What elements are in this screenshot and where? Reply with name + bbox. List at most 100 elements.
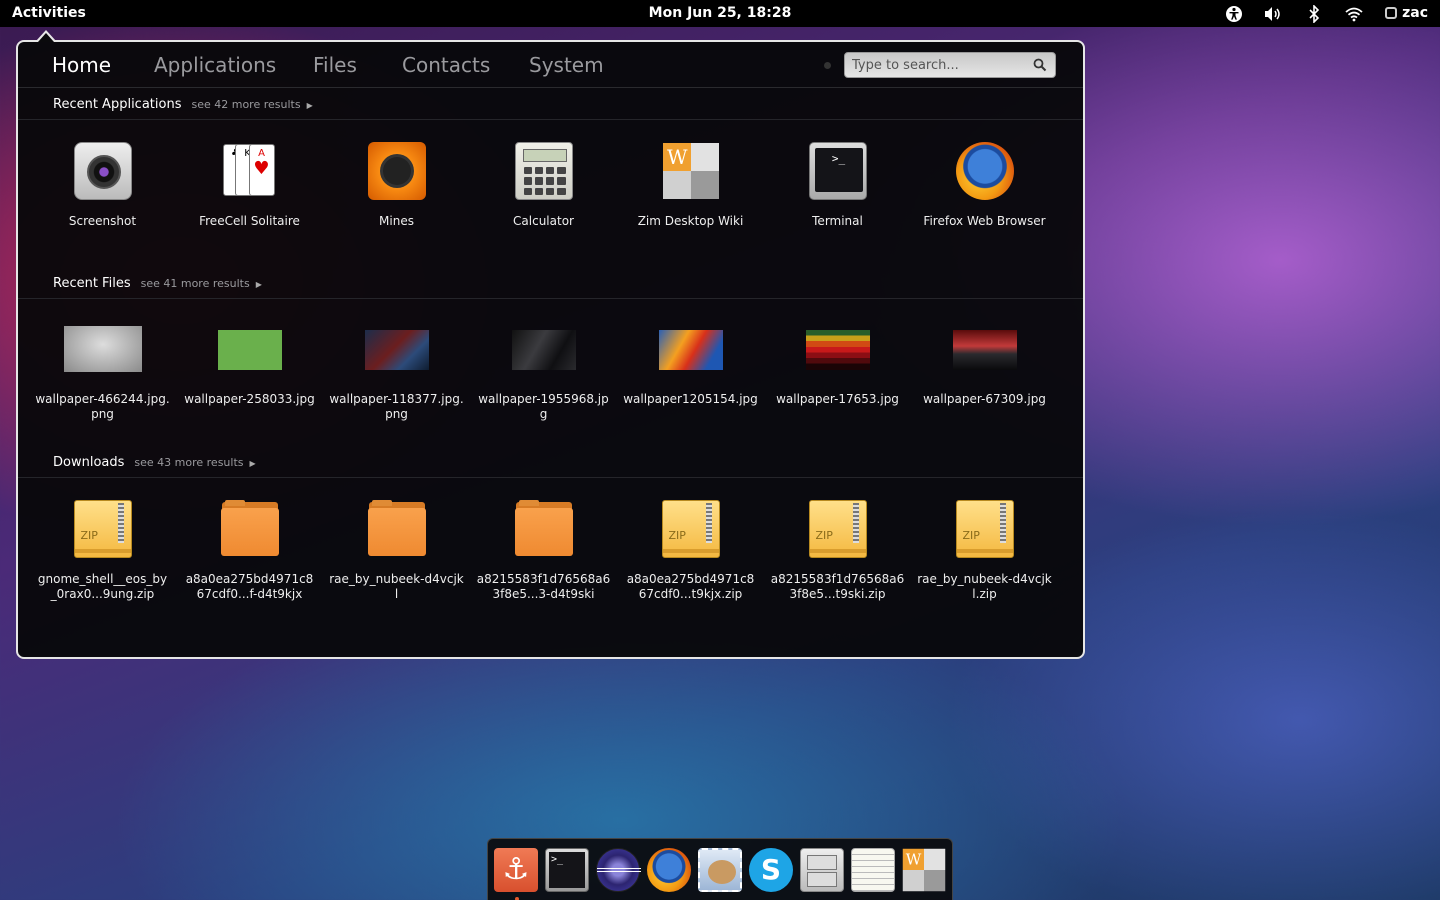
file-item[interactable]: wallpaper-258033.jpg [182,320,317,407]
user-menu[interactable]: zac [1385,5,1428,21]
item-label: wallpaper-1955968.jpg [478,392,609,421]
file-cabinet-icon[interactable] [800,848,844,892]
file-item[interactable]: wallpaper-466244.jpg.png [35,320,170,422]
terminal-icon[interactable]: >_ [545,848,589,892]
item-label: wallpaper-17653.jpg [776,392,899,406]
mail-icon[interactable] [698,848,742,892]
file-thumbnail [805,330,870,370]
file-item[interactable]: wallpaper-1955968.jpg [476,320,611,422]
app-screenshot[interactable]: Screenshot [35,142,170,229]
tab-bar: Home Applications Files Contacts System [18,42,1083,88]
download-item[interactable]: ZIP gnome_shell__eos_by_0rax0...9ung.zip [35,500,170,602]
tab-files[interactable]: Files [313,53,357,77]
download-item[interactable]: a8a0ea275bd4971c867cdf0...f-d4t9kjx [182,500,317,602]
file-thumbnail [511,330,576,370]
downloads-header: Downloads see 43 more results ▶ [53,455,256,470]
search-box[interactable] [844,52,1056,78]
firefox-icon[interactable] [647,848,691,892]
search-input[interactable] [845,57,1025,73]
app-mines[interactable]: Mines [329,142,464,229]
tab-home[interactable]: Home [52,53,111,77]
download-item[interactable]: ZIP a8215583f1d76568a63f8e5...t9ski.zip [770,500,905,602]
mine-icon [367,142,426,200]
text-editor-icon[interactable] [851,848,895,892]
terminal-icon: >_ [808,142,867,200]
item-label: Firefox Web Browser [923,214,1046,228]
divider [18,119,1083,120]
recent-files-header: Recent Files see 41 more results ▶ [53,276,262,291]
item-label: a8a0ea275bd4971c867cdf0...t9kjx.zip [626,572,755,601]
firefox-icon [955,142,1014,200]
skype-icon[interactable]: S [749,848,793,892]
anchor-icon[interactable]: ⚓ [494,848,538,892]
arrow-right-icon: ▶ [249,459,256,468]
item-label: a8a0ea275bd4971c867cdf0...f-d4t9kjx [185,572,314,601]
download-item[interactable]: a8215583f1d76568a63f8e5...3-d4t9ski [476,500,611,602]
item-label: FreeCell Solitaire [199,214,300,228]
section-title: Recent Files [53,276,131,291]
download-item[interactable]: ZIP a8a0ea275bd4971c867cdf0...t9kjx.zip [623,500,758,602]
tab-applications[interactable]: Applications [154,53,276,77]
panel-pointer-inner [38,33,54,42]
volume-icon[interactable] [1263,4,1283,24]
file-thumbnail [63,326,142,372]
tab-system[interactable]: System [529,53,604,77]
item-label: wallpaper1205154.jpg [623,392,758,406]
more-results-link[interactable]: see 42 more results ▶ [191,98,312,111]
download-item[interactable]: rae_by_nubeek-d4vcjkl [329,500,464,602]
spinner-dot [824,62,831,69]
more-results-link[interactable]: see 41 more results ▶ [141,277,262,290]
item-label: gnome_shell__eos_by_0rax0...9ung.zip [37,572,168,601]
zip-icon: ZIP [73,500,132,558]
eclipse-icon[interactable] [596,848,641,892]
item-label: wallpaper-466244.jpg.png [35,392,170,421]
dock: ⚓ >_ S W [487,838,953,900]
file-item[interactable]: wallpaper1205154.jpg [623,320,758,407]
calculator-icon [514,142,573,200]
file-item[interactable]: wallpaper-67309.jpg [917,320,1052,407]
bluetooth-icon[interactable] [1304,4,1324,24]
more-results-link[interactable]: see 43 more results ▶ [134,456,255,469]
item-label: wallpaper-67309.jpg [923,392,1046,406]
item-label: wallpaper-118377.jpg.png [329,392,464,421]
divider [18,298,1083,299]
folder-icon [514,500,573,558]
item-label: Terminal [812,214,863,228]
activities-button[interactable]: Activities [12,5,86,21]
item-label: Zim Desktop Wiki [637,214,744,228]
app-terminal[interactable]: >_ Terminal [770,142,905,229]
app-freecell[interactable]: ♣ K A♥ FreeCell Solitaire [182,142,317,229]
file-item[interactable]: wallpaper-17653.jpg [770,320,905,407]
zim-icon: W [662,142,720,200]
item-label: wallpaper-258033.jpg [184,392,315,406]
item-label: a8215583f1d76568a63f8e5...t9ski.zip [770,572,905,601]
user-status-icon [1385,7,1398,19]
overview-panel: Home Applications Files Contacts System … [16,40,1085,659]
clock[interactable]: Mon Jun 25, 18:28 [649,5,792,21]
file-item[interactable]: wallpaper-118377.jpg.png [329,320,464,422]
arrow-right-icon: ▶ [306,101,313,110]
item-label: Screenshot [68,214,137,228]
file-thumbnail [658,330,723,370]
camera-icon [73,142,132,200]
file-thumbnail [952,330,1017,370]
zip-icon: ZIP [955,500,1014,558]
download-item[interactable]: ZIP rae_by_nubeek-d4vcjkl.zip [917,500,1052,602]
app-firefox[interactable]: Firefox Web Browser [917,142,1052,229]
folder-icon [220,500,279,558]
item-label: Mines [379,214,414,228]
app-zim[interactable]: W Zim Desktop Wiki [623,142,758,229]
item-label: rae_by_nubeek-d4vcjkl [329,572,464,601]
folder-icon [367,500,426,558]
search-icon[interactable] [1033,58,1047,72]
tab-contacts[interactable]: Contacts [402,53,490,77]
wifi-icon[interactable] [1344,4,1364,24]
app-calculator[interactable]: Calculator [476,142,611,229]
zip-icon: ZIP [661,500,720,558]
file-thumbnail [364,330,429,370]
accessibility-icon[interactable] [1224,4,1244,24]
svg-text:W: W [906,851,922,869]
divider [18,477,1083,478]
zim-icon[interactable]: W [902,848,946,892]
file-thumbnail [217,330,282,370]
